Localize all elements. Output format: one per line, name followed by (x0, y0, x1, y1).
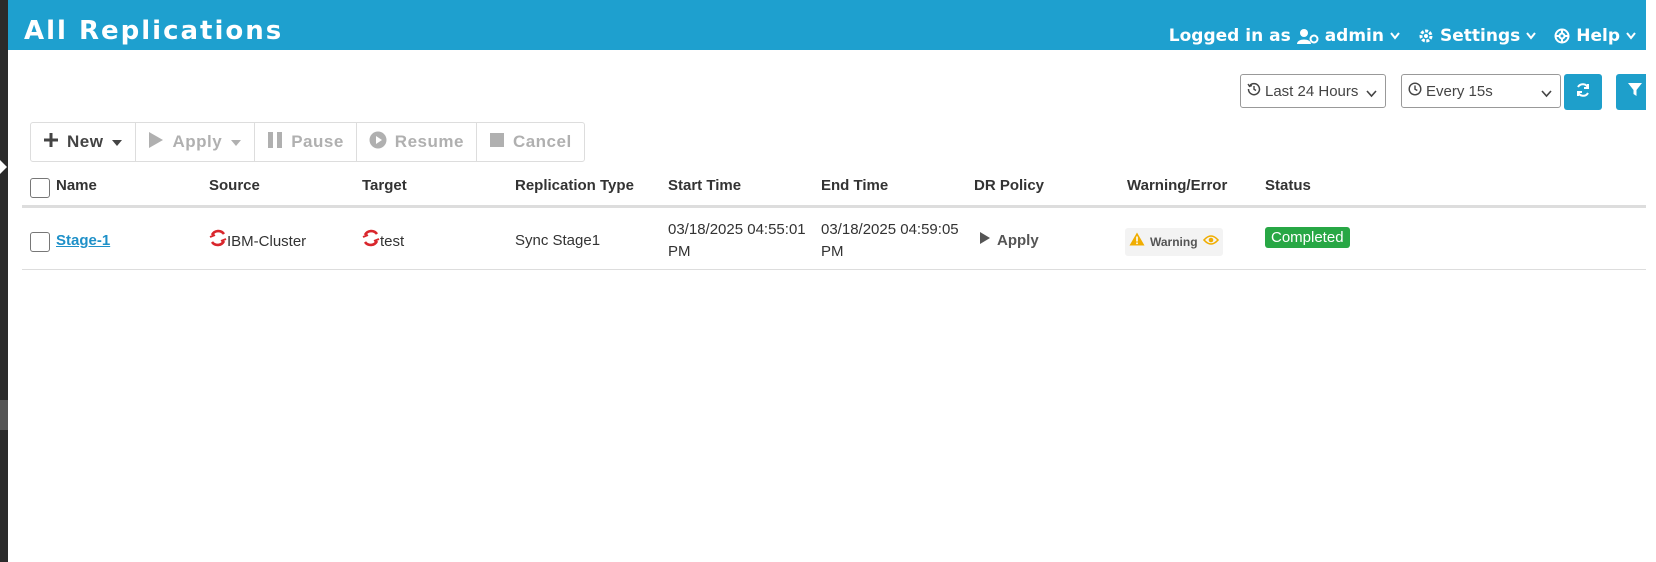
filter-icon (1627, 82, 1643, 103)
play-circle-icon (369, 131, 387, 154)
action-toolbar: New Apply Pause Resume Cancel (30, 122, 585, 162)
source-value: IBM-Cluster (227, 232, 307, 250)
history-icon (1247, 82, 1261, 100)
start-time-date: 03/18/2025 04:55:01 (668, 221, 806, 238)
help-label: Help (1576, 26, 1620, 46)
caret-down-icon (111, 132, 123, 152)
dr-policy-label: Apply (997, 232, 1039, 249)
column-header-target[interactable]: Target (362, 177, 407, 194)
time-range-select[interactable]: Last 24 Hours (1240, 74, 1386, 108)
row-checkbox[interactable] (30, 232, 50, 252)
replication-name-link[interactable]: Stage-1 (56, 232, 110, 249)
chevron-down-icon (1541, 85, 1552, 102)
column-header-end-time[interactable]: End Time (821, 177, 888, 194)
dr-policy-apply-button[interactable]: Apply (979, 230, 1039, 252)
apply-button[interactable]: Apply (136, 123, 256, 161)
table-header: Name Source Target Replication Type Star… (22, 168, 1646, 208)
end-time-meridiem: PM (821, 243, 844, 260)
pause-label: Pause (291, 132, 344, 151)
settings-menu[interactable]: Settings (1418, 26, 1537, 46)
lifebuoy-icon (1554, 28, 1570, 44)
user-menu[interactable]: Logged in as admin (1169, 26, 1400, 46)
column-header-warning-error[interactable]: Warning/Error (1127, 177, 1227, 194)
status-badge: Completed (1265, 227, 1350, 248)
left-scroll-marker (0, 400, 8, 430)
table-row[interactable]: Stage-1 IBM-Cluster test Sync Stage1 03/… (22, 210, 1646, 270)
play-icon (979, 230, 991, 252)
warning-icon (1129, 231, 1145, 253)
logged-in-label: Logged in as (1168, 26, 1291, 46)
openshift-icon (362, 229, 380, 254)
end-time-date: 03/18/2025 04:59:05 (821, 221, 959, 238)
clock-icon (1408, 82, 1422, 100)
pause-button[interactable]: Pause (255, 123, 357, 161)
cancel-button[interactable]: Cancel (477, 123, 584, 161)
replication-type-value: Sync Stage1 (515, 232, 601, 249)
user-name: admin (1324, 26, 1384, 46)
select-all-checkbox[interactable] (30, 178, 50, 198)
chevron-down-icon (1626, 32, 1636, 40)
chevron-down-icon (1526, 32, 1537, 40)
column-header-dr-policy[interactable]: DR Policy (974, 177, 1044, 194)
gear-icon (1418, 28, 1434, 44)
warning-label: Warning (1150, 235, 1198, 249)
play-icon (148, 131, 164, 154)
left-window-edge (0, 0, 8, 562)
right-window-edge (1646, 0, 1656, 562)
chevron-down-icon (1366, 85, 1377, 102)
time-range-value: Last 24 Hours (1265, 82, 1359, 100)
refresh-interval-select[interactable]: Every 15s (1401, 74, 1561, 108)
new-label: New (67, 132, 104, 151)
refresh-interval-value: Every 15s (1426, 82, 1493, 100)
column-header-name[interactable]: Name (56, 177, 97, 194)
column-header-status[interactable]: Status (1265, 177, 1311, 194)
warning-badge[interactable]: Warning (1125, 228, 1223, 256)
cancel-label: Cancel (512, 132, 572, 151)
plus-icon (43, 132, 59, 153)
eye-icon[interactable] (1202, 231, 1219, 253)
end-time-cell: 03/18/2025 04:59:05 PM (821, 219, 959, 263)
start-time-meridiem: PM (668, 243, 691, 260)
top-navigation: Logged in as admin Settings Help (1169, 26, 1636, 46)
start-time-cell: 03/18/2025 04:55:01 PM (668, 219, 806, 263)
target-cell: test (362, 229, 404, 254)
pause-icon (267, 131, 283, 154)
settings-label: Settings (1439, 26, 1521, 46)
help-menu[interactable]: Help (1554, 26, 1636, 46)
resume-button[interactable]: Resume (357, 123, 477, 161)
new-button[interactable]: New (31, 123, 137, 161)
refresh-button[interactable] (1564, 74, 1602, 110)
resume-label: Resume (394, 132, 464, 151)
target-value: test (380, 232, 405, 250)
refresh-icon (1575, 82, 1591, 103)
collapse-arrow-icon[interactable] (0, 160, 7, 174)
chevron-down-icon (1390, 32, 1400, 40)
openshift-icon (209, 229, 227, 254)
apply-label: Apply (172, 132, 223, 151)
user-gear-icon (1296, 28, 1319, 44)
column-header-replication-type[interactable]: Replication Type (515, 177, 634, 194)
column-header-start-time[interactable]: Start Time (668, 177, 741, 194)
page-title: All Replications (24, 16, 284, 46)
main-content: Last 24 Hours Every 15s New Apply Pause … (22, 50, 1654, 562)
app-header: All Replications Logged in as admin Sett… (8, 0, 1656, 50)
caret-down-icon (230, 132, 242, 152)
source-cell: IBM-Cluster (209, 229, 306, 254)
stop-icon (489, 132, 505, 153)
column-header-source[interactable]: Source (209, 177, 260, 194)
